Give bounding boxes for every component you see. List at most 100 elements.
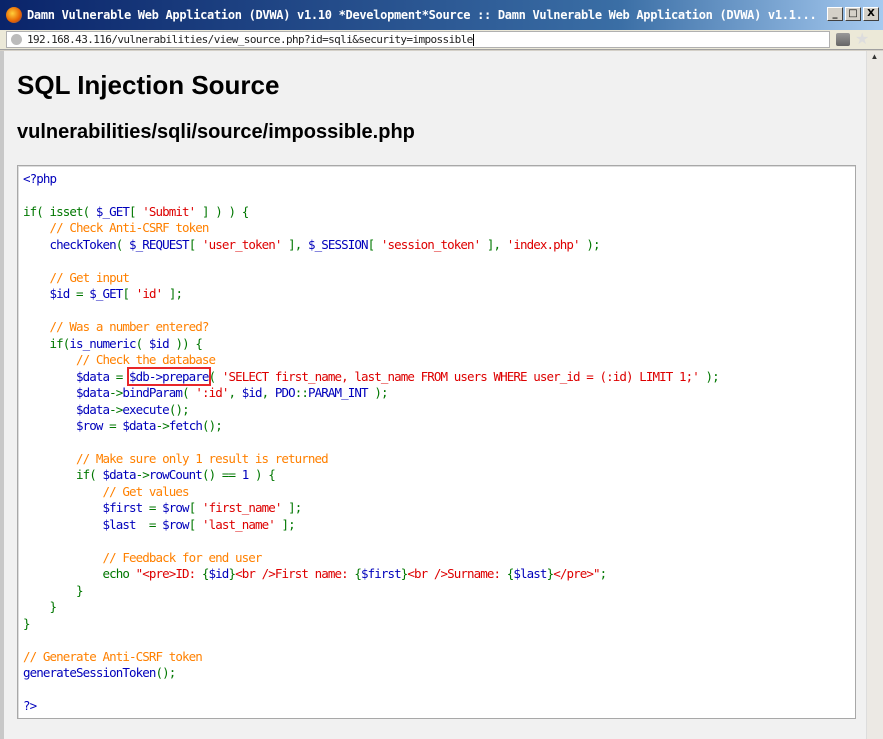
vertical-scrollbar[interactable]: [866, 51, 883, 739]
code-line: if( isset( $_GET[ 'Submit' ] ) ) {: [23, 204, 855, 220]
code-identifier: $id: [148, 335, 176, 351]
code-line: // Make sure only 1 result is returned: [23, 451, 855, 467]
code-keyword: [: [129, 203, 143, 219]
code-keyword: ();: [155, 665, 177, 681]
code-identifier: $id: [208, 566, 230, 582]
code-string: "<pre>ID:: [135, 566, 202, 582]
code-string: 'index.php': [506, 236, 581, 252]
code-identifier: PARAM_INT: [308, 385, 375, 401]
code-keyword: [: [122, 286, 136, 302]
bookmark-star-icon[interactable]: ★: [855, 29, 869, 49]
close-button[interactable]: X: [863, 7, 879, 21]
window-title: Damn Vulnerable Web Application (DVWA) v…: [27, 8, 817, 22]
code-keyword: [: [188, 516, 202, 532]
code-line: $data->bindParam( ':id', $id, PDO::PARAM…: [23, 385, 855, 401]
code-identifier: checkToken: [49, 236, 117, 252]
code-keyword: [: [367, 236, 381, 252]
firefox-icon: [6, 7, 22, 23]
code-line: generateSessionToken();: [23, 665, 855, 681]
code-keyword: }: [23, 582, 84, 598]
code-string: 'session_token': [380, 236, 481, 252]
url-text[interactable]: 192.168.43.116/vulnerabilities/view_sour…: [27, 33, 473, 46]
site-identity-icon[interactable]: [11, 34, 22, 45]
code-line: // Get values: [23, 484, 855, 500]
code-string: <br />First name:: [235, 566, 355, 582]
code-keyword: [: [188, 500, 202, 516]
code-identifier: $_REQUEST: [129, 236, 190, 252]
code-identifier: $row: [76, 418, 110, 434]
window-title-bar: Damn Vulnerable Web Application (DVWA) v…: [0, 0, 883, 30]
code-keyword: ] ) ) {: [195, 203, 249, 219]
code-identifier: $data: [76, 368, 116, 384]
code-comment: // Feedback for end user: [102, 549, 263, 565]
code-keyword: ,: [228, 385, 242, 401]
code-string: 'Submit': [142, 203, 196, 219]
code-line: }: [23, 583, 855, 599]
code-keyword: if(: [23, 335, 71, 351]
code-keyword: [23, 500, 103, 515]
code-keyword: if( isset(: [23, 203, 96, 219]
code-identifier: $first: [102, 500, 149, 516]
code-line: }: [23, 599, 855, 615]
code-line: $row = $data->fetch();: [23, 418, 855, 434]
code-string: </pre>": [553, 566, 600, 582]
code-keyword: =: [148, 516, 163, 532]
code-comment: // Get input: [49, 269, 130, 285]
code-keyword: [23, 402, 76, 417]
code-keyword: [23, 286, 50, 301]
code-identifier: execute: [122, 401, 169, 417]
code-identifier: 1: [241, 467, 255, 483]
code-identifier: is_numeric: [69, 335, 136, 351]
code-keyword: [23, 352, 76, 367]
address-bar[interactable]: 192.168.43.116/vulnerabilities/view_sour…: [6, 31, 830, 48]
code-keyword: )) {: [175, 335, 202, 351]
code-keyword: (: [115, 236, 130, 252]
code-keyword: [23, 418, 76, 433]
scroll-up-arrow-icon[interactable]: ▲: [868, 52, 881, 65]
code-comment: // Make sure only 1 result is returned: [76, 450, 329, 466]
code-keyword: ) {: [254, 467, 276, 483]
code-line: // Get input: [23, 270, 855, 286]
minimize-button[interactable]: _: [827, 7, 843, 21]
code-identifier: $id: [49, 286, 77, 302]
code-keyword: ],: [480, 236, 507, 252]
maximize-button[interactable]: □: [845, 7, 861, 21]
code-keyword: echo: [23, 566, 136, 582]
code-identifier: $data: [122, 418, 156, 434]
code-string: 'first_name': [201, 500, 282, 516]
code-identifier: rowCount: [148, 467, 203, 483]
code-keyword: [23, 484, 103, 499]
code-line: checkToken( $_REQUEST[ 'user_token' ], $…: [23, 237, 855, 253]
code-comment: // Was a number entered?: [49, 319, 210, 335]
code-keyword: =: [148, 500, 163, 516]
feed-icon[interactable]: [836, 33, 850, 46]
code-keyword: );: [579, 236, 600, 252]
code-keyword: ();: [201, 418, 223, 434]
navigation-toolbar: 192.168.43.116/vulnerabilities/view_sour…: [0, 30, 883, 50]
code-comment: // Generate Anti-CSRF token: [23, 648, 203, 664]
source-file-path: vulnerabilities/sqli/source/impossible.p…: [17, 121, 415, 143]
code-line: ?>: [23, 698, 855, 714]
code-comment: // Get values: [102, 483, 190, 499]
code-identifier: $id: [241, 385, 263, 401]
code-keyword: ->: [109, 401, 123, 417]
code-keyword: (: [208, 368, 222, 384]
code-keyword: [23, 451, 76, 466]
code-identifier: $data: [76, 385, 110, 401]
code-keyword: ->: [109, 385, 123, 401]
code-keyword: [23, 550, 103, 565]
code-keyword: =: [115, 368, 130, 384]
code-identifier: <?php: [23, 171, 57, 186]
text-caret: [472, 33, 474, 46]
code-keyword: ;: [599, 566, 607, 582]
code-keyword: [23, 270, 50, 285]
code-comment: // Check Anti-CSRF token: [49, 220, 210, 236]
code-keyword: [23, 237, 50, 252]
page-title: SQL Injection Source: [17, 70, 280, 100]
code-line: // Check the database: [23, 352, 855, 368]
code-identifier: $row: [162, 500, 189, 516]
code-string: 'last_name': [201, 516, 276, 532]
code-keyword: ->: [155, 418, 170, 434]
